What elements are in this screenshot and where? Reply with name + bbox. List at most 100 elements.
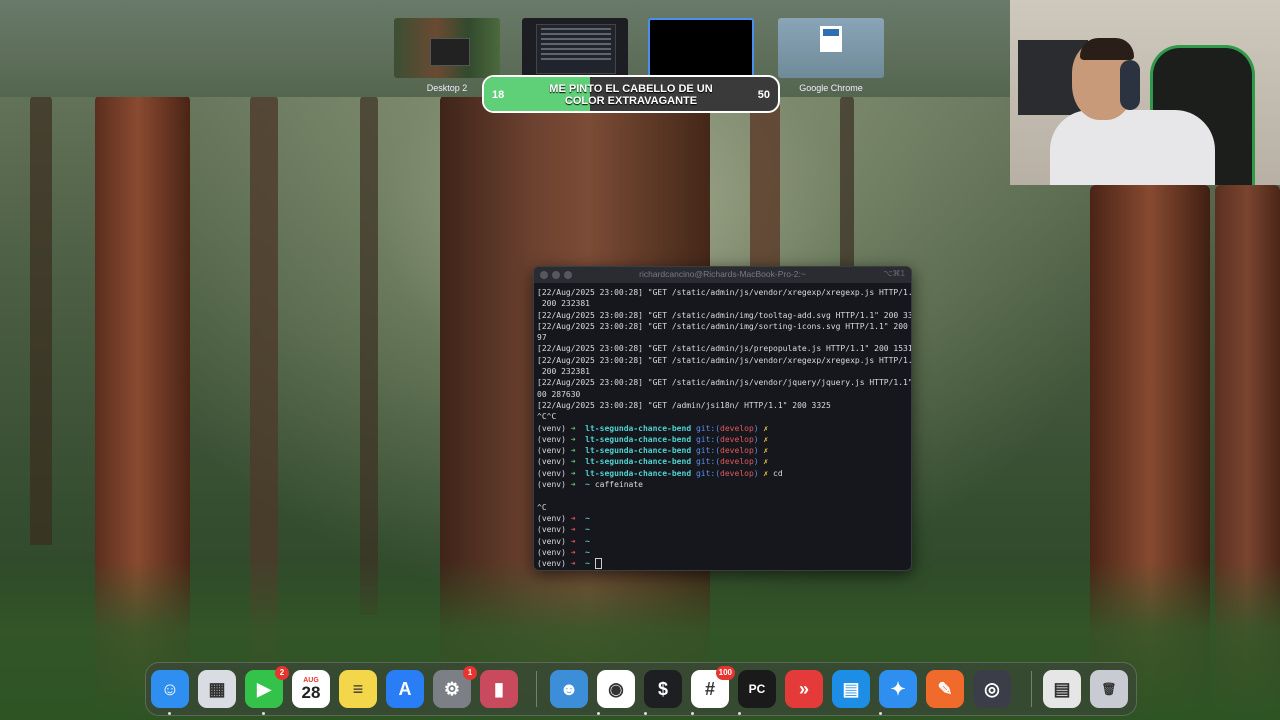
dock-glyph: PC <box>748 682 766 696</box>
dock-mastodon-like-icon[interactable]: ☻ <box>550 670 588 708</box>
terminal-line: [22/Aug/2025 23:00:28] "GET /admin/jsi18… <box>537 400 908 411</box>
dock-system-settings-icon[interactable]: ⚙ 1 <box>433 666 477 708</box>
terminal-titlebar[interactable]: richardcancino@Richards-MacBook-Pro-2:~ … <box>534 267 911 283</box>
dock-glyph: ✦ <box>890 678 906 699</box>
dock-iphone-mirroring-icon[interactable]: ▮ <box>480 670 518 708</box>
git-branch: develop <box>720 457 754 467</box>
prompt-directory: lt-segunda-chance-bend <box>585 446 696 456</box>
terminal-line: (venv) ➜ ~ <box>537 558 908 570</box>
dock-safari-icon[interactable]: ✦ <box>879 670 917 708</box>
terminal-line <box>537 490 908 501</box>
git-dirty-mark: ✗ <box>763 457 769 467</box>
log-line: [22/Aug/2025 23:00:28] "GET /static/admi… <box>537 310 912 320</box>
prompt-arrow: ➜ <box>570 513 586 523</box>
dock-finder-icon[interactable]: ☺ <box>151 670 189 708</box>
dock-trash-icon[interactable]: 🗑 <box>1090 670 1128 708</box>
prompt-directory: lt-segunda-chance-bend <box>585 423 696 433</box>
dock-glyph: ▶ <box>257 678 271 699</box>
log-line: [22/Aug/2025 23:00:28] "GET /static/admi… <box>537 378 912 388</box>
dock-calendar-icon[interactable]: AUG 28 <box>292 670 330 708</box>
log-line: [22/Aug/2025 23:00:28] "GET /static/admi… <box>537 355 912 365</box>
dock-pycharm-icon[interactable]: PC <box>738 670 776 708</box>
prompt-arrow: ➜ <box>570 446 586 456</box>
notification-badge: 100 <box>715 666 735 680</box>
prompt-arrow: ➜ <box>570 434 586 444</box>
venv-label: (venv) <box>537 480 571 490</box>
dock-terminal-icon[interactable]: $ <box>644 670 682 708</box>
dock-anydesk-icon[interactable]: » <box>785 670 823 708</box>
dock-glyph: ◎ <box>984 678 1000 699</box>
terminal-window[interactable]: richardcancino@Richards-MacBook-Pro-2:~ … <box>533 266 912 571</box>
git-branch: develop <box>720 468 754 478</box>
venv-label: (venv) <box>537 446 571 456</box>
prompt-arrow: ➜ <box>570 536 586 546</box>
dock-postman-icon[interactable]: ✎ <box>926 670 964 708</box>
prompt-arrow: ➜ <box>570 559 586 569</box>
notification-badge: 2 <box>275 666 289 680</box>
git-label: git:( <box>695 468 721 478</box>
dock-chrome-icon[interactable]: ◉ <box>597 670 635 708</box>
terminal-output[interactable]: [22/Aug/2025 23:00:28] "GET /static/admi… <box>534 283 912 570</box>
running-indicator <box>644 712 647 715</box>
dock-separator <box>1031 671 1032 707</box>
venv-label: (venv) <box>537 559 571 569</box>
git-label: git:( <box>695 446 721 456</box>
dock-glyph: ☻ <box>559 678 579 699</box>
prompt-arrow: ➜ <box>570 480 586 490</box>
venv-label: (venv) <box>537 536 571 546</box>
git-dirty-mark: ✗ <box>763 423 769 433</box>
terminal-line: ^C^C <box>537 411 908 422</box>
terminal-line: (venv) ➜ lt-segunda-chance-bend git:(dev… <box>537 468 908 479</box>
running-indicator <box>262 712 265 715</box>
terminal-line: (venv) ➜ lt-segunda-chance-bend git:(dev… <box>537 456 908 467</box>
dock-glyph: ▤ <box>1053 678 1071 699</box>
dock-obs-icon[interactable]: ◎ <box>973 670 1011 708</box>
prompt-directory: ~ <box>585 525 595 535</box>
prompt-arrow: ➜ <box>570 423 586 433</box>
dock-app-store-icon[interactable]: A <box>386 670 424 708</box>
dock-glyph: $ <box>657 678 668 699</box>
dock-glyph: ⚙ <box>443 678 461 699</box>
prompt-directory: ~ <box>585 513 595 523</box>
dock-document-icon[interactable]: ▤ <box>1043 670 1081 708</box>
log-line: 00 287630 <box>537 389 581 399</box>
git-label: git:( <box>695 457 721 467</box>
terminal-line: (venv) ➜ lt-segunda-chance-bend git:(dev… <box>537 434 908 445</box>
prompt-arrow: ➜ <box>570 525 586 535</box>
dock-glyph: ≡ <box>352 678 364 699</box>
terminal-line: [22/Aug/2025 23:00:28] "GET /static/admi… <box>537 377 911 388</box>
dock-docker-icon[interactable]: ▤ <box>832 670 870 708</box>
venv-label: (venv) <box>537 513 571 523</box>
dock-glyph: ✎ <box>937 678 953 699</box>
person-hair <box>1080 38 1134 60</box>
terminal-line: [22/Aug/2025 23:00:28] "GET /static/admi… <box>537 355 911 366</box>
git-branch: develop <box>720 434 754 444</box>
venv-label: (venv) <box>537 468 571 478</box>
stream-goal-bar: 18 ME PINTO EL CABELLO DE UN COLOR EXTRA… <box>482 75 780 113</box>
goal-target: 50 <box>757 89 770 101</box>
terminal-line: (venv) ➜ ~ <box>537 536 908 547</box>
space-desktop-2[interactable] <box>394 18 500 78</box>
webcam-overlay <box>1010 0 1280 185</box>
space-google-chrome[interactable] <box>778 18 884 78</box>
tree-trunk <box>750 95 780 275</box>
dock-slack-icon[interactable]: #100 <box>691 666 735 708</box>
dock-glyph: » <box>798 678 809 699</box>
space-current[interactable] <box>648 18 754 78</box>
running-indicator <box>691 712 694 715</box>
git-dirty-mark: ✗ <box>763 446 769 456</box>
terminal-line: (venv) ➜ ~ <box>537 513 908 524</box>
dock-glyph: A <box>398 678 412 699</box>
dock-launchpad-icon[interactable]: ▦ <box>198 670 236 708</box>
dock-facetime-icon[interactable]: ▶ 2 <box>245 666 289 708</box>
terminal-line: [22/Aug/2025 23:00:28] "GET /static/admi… <box>537 287 911 298</box>
dock-notes-icon[interactable]: ≡ <box>339 670 377 708</box>
terminal-line: [22/Aug/2025 23:00:28] "GET /static/admi… <box>537 343 911 354</box>
space-terminal[interactable] <box>522 18 628 78</box>
dock-glyph: ▦ <box>208 678 226 699</box>
dock-glyph: 🗑 <box>1101 682 1117 696</box>
terminal-line: 200 232381 <box>537 366 908 377</box>
log-line: 97 <box>537 333 547 343</box>
terminal-line: 200 232381 <box>537 298 908 309</box>
git-dirty-mark: ✗ <box>763 434 769 444</box>
